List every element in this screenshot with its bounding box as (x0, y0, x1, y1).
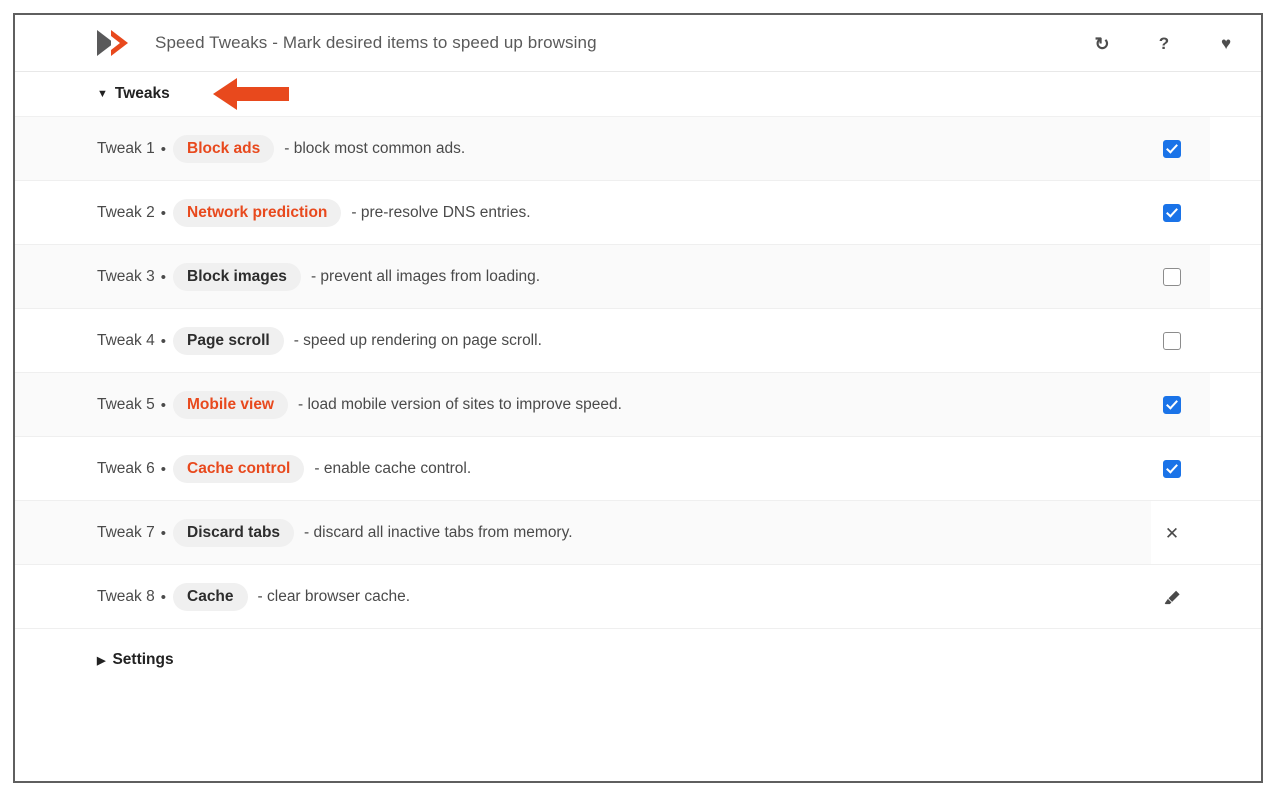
row-content: Tweak 4 • Page scroll - speed up rendering … (15, 327, 542, 355)
row-content: Tweak 6 • Cache control - enable cache cont… (15, 455, 471, 483)
checkbox-unchecked[interactable] (1163, 332, 1181, 350)
tweak-pill-button[interactable]: Block ads (173, 135, 275, 163)
section-header-tweaks-label: Tweaks (114, 85, 170, 102)
chevron-down-icon: ▼ (97, 88, 108, 100)
close-x-icon[interactable]: ✕ (1165, 525, 1179, 542)
tweak-row: Tweak 2 • Network prediction - pre-resolve … (15, 181, 1261, 245)
row-control (1157, 262, 1187, 292)
checkbox-checked[interactable] (1163, 396, 1181, 414)
annotation-arrow-icon (213, 78, 289, 110)
section-header-tweaks[interactable]: ▼ Tweaks (15, 72, 1261, 117)
double-chevron-logo (97, 28, 141, 58)
row-content: Tweak 1 • Block ads - block most common ads… (15, 135, 465, 163)
tweak-row: Tweak 5 • Mobile view - load mobile version… (15, 373, 1261, 437)
tweak-description: - discard all inactive tabs from memory. (304, 524, 573, 541)
bullet-separator: • (160, 332, 166, 350)
tweak-index-label: Tweak 1 (97, 140, 155, 157)
tweak-pill-button[interactable]: Network prediction (173, 199, 342, 227)
tweak-description: - load mobile version of sites to improv… (298, 396, 622, 413)
page-title: Speed Tweaks - Mark desired items to spe… (155, 33, 597, 52)
bullet-separator: • (160, 396, 166, 414)
tweak-index-label: Tweak 6 (97, 460, 155, 477)
section-header-settings[interactable]: ▶ Settings (15, 629, 1261, 691)
tweak-row: Tweak 6 • Cache control - enable cache cont… (15, 437, 1261, 501)
row-content: Tweak 2 • Network prediction - pre-resolve … (15, 199, 531, 227)
bullet-separator: • (160, 460, 166, 478)
tweak-index-label: Tweak 3 (97, 268, 155, 285)
tweak-pill-button[interactable]: Discard tabs (173, 519, 295, 547)
row-control (1157, 582, 1187, 612)
chevron-right-icon: ▶ (97, 654, 106, 667)
tweak-row: Tweak 8 • Cache - clear browser cache. (15, 565, 1261, 629)
tweak-index-label: Tweak 5 (97, 396, 155, 413)
tweak-pill-button[interactable]: Mobile view (173, 391, 288, 419)
row-content: Tweak 8 • Cache - clear browser cache. (15, 583, 410, 611)
row-content: Tweak 5 • Mobile view - load mobile version… (15, 391, 622, 419)
tweak-pill-button[interactable]: Page scroll (173, 327, 284, 355)
checkbox-checked[interactable] (1163, 460, 1181, 478)
extension-popup-window: Speed Tweaks - Mark desired items to spe… (13, 13, 1263, 783)
eraser-icon[interactable] (1163, 588, 1182, 607)
header-actions: ↻ ? ♥ (1091, 15, 1237, 72)
tweak-row: Tweak 7 • Discard tabs - discard all inacti… (15, 501, 1261, 565)
section-header-settings-label: Settings (112, 651, 174, 668)
checkbox-checked[interactable] (1163, 204, 1181, 222)
tweak-description: - pre-resolve DNS entries. (351, 204, 531, 221)
tweak-description: - prevent all images from loading. (310, 268, 541, 285)
bullet-separator: • (160, 204, 166, 222)
tweak-row: Tweak 1 • Block ads - block most common ads… (15, 117, 1261, 181)
bullet-separator: • (160, 268, 166, 286)
tweak-pill-button[interactable]: Cache (173, 583, 248, 611)
help-icon[interactable]: ? (1153, 33, 1175, 55)
tweak-row: Tweak 4 • Page scroll - speed up rendering … (15, 309, 1261, 373)
favorite-heart-icon[interactable]: ♥ (1215, 33, 1237, 55)
tweak-pill-button[interactable]: Cache control (173, 455, 305, 483)
tweak-index-label: Tweak 7 (97, 524, 155, 541)
tweak-index-label: Tweak 4 (97, 332, 155, 349)
checkbox-unchecked[interactable] (1163, 268, 1181, 286)
row-control (1157, 198, 1187, 228)
tweak-description: - speed up rendering on page scroll. (293, 332, 542, 349)
tweak-index-label: Tweak 2 (97, 204, 155, 221)
row-content: Tweak 3 • Block images - prevent all images… (15, 263, 540, 291)
checkbox-checked[interactable] (1163, 140, 1181, 158)
tweaks-list: Tweak 1 • Block ads - block most common ads… (15, 117, 1261, 629)
row-control (1157, 134, 1187, 164)
bullet-separator: • (160, 140, 166, 158)
row-control (1157, 454, 1187, 484)
tweak-description: - block most common ads. (284, 140, 466, 157)
tweak-pill-button[interactable]: Block images (173, 263, 301, 291)
app-header: Speed Tweaks - Mark desired items to spe… (15, 15, 1261, 72)
row-control (1157, 390, 1187, 420)
row-control: ✕ (1157, 518, 1187, 548)
row-control (1157, 326, 1187, 356)
row-content: Tweak 7 • Discard tabs - discard all inacti… (15, 519, 573, 547)
tweak-index-label: Tweak 8 (97, 588, 155, 605)
tweak-description: - enable cache control. (314, 460, 472, 477)
refresh-icon[interactable]: ↻ (1091, 33, 1113, 55)
tweak-description: - clear browser cache. (257, 588, 411, 605)
bullet-separator: • (160, 524, 166, 542)
tweak-row: Tweak 3 • Block images - prevent all images… (15, 245, 1261, 309)
bullet-separator: • (160, 588, 166, 606)
